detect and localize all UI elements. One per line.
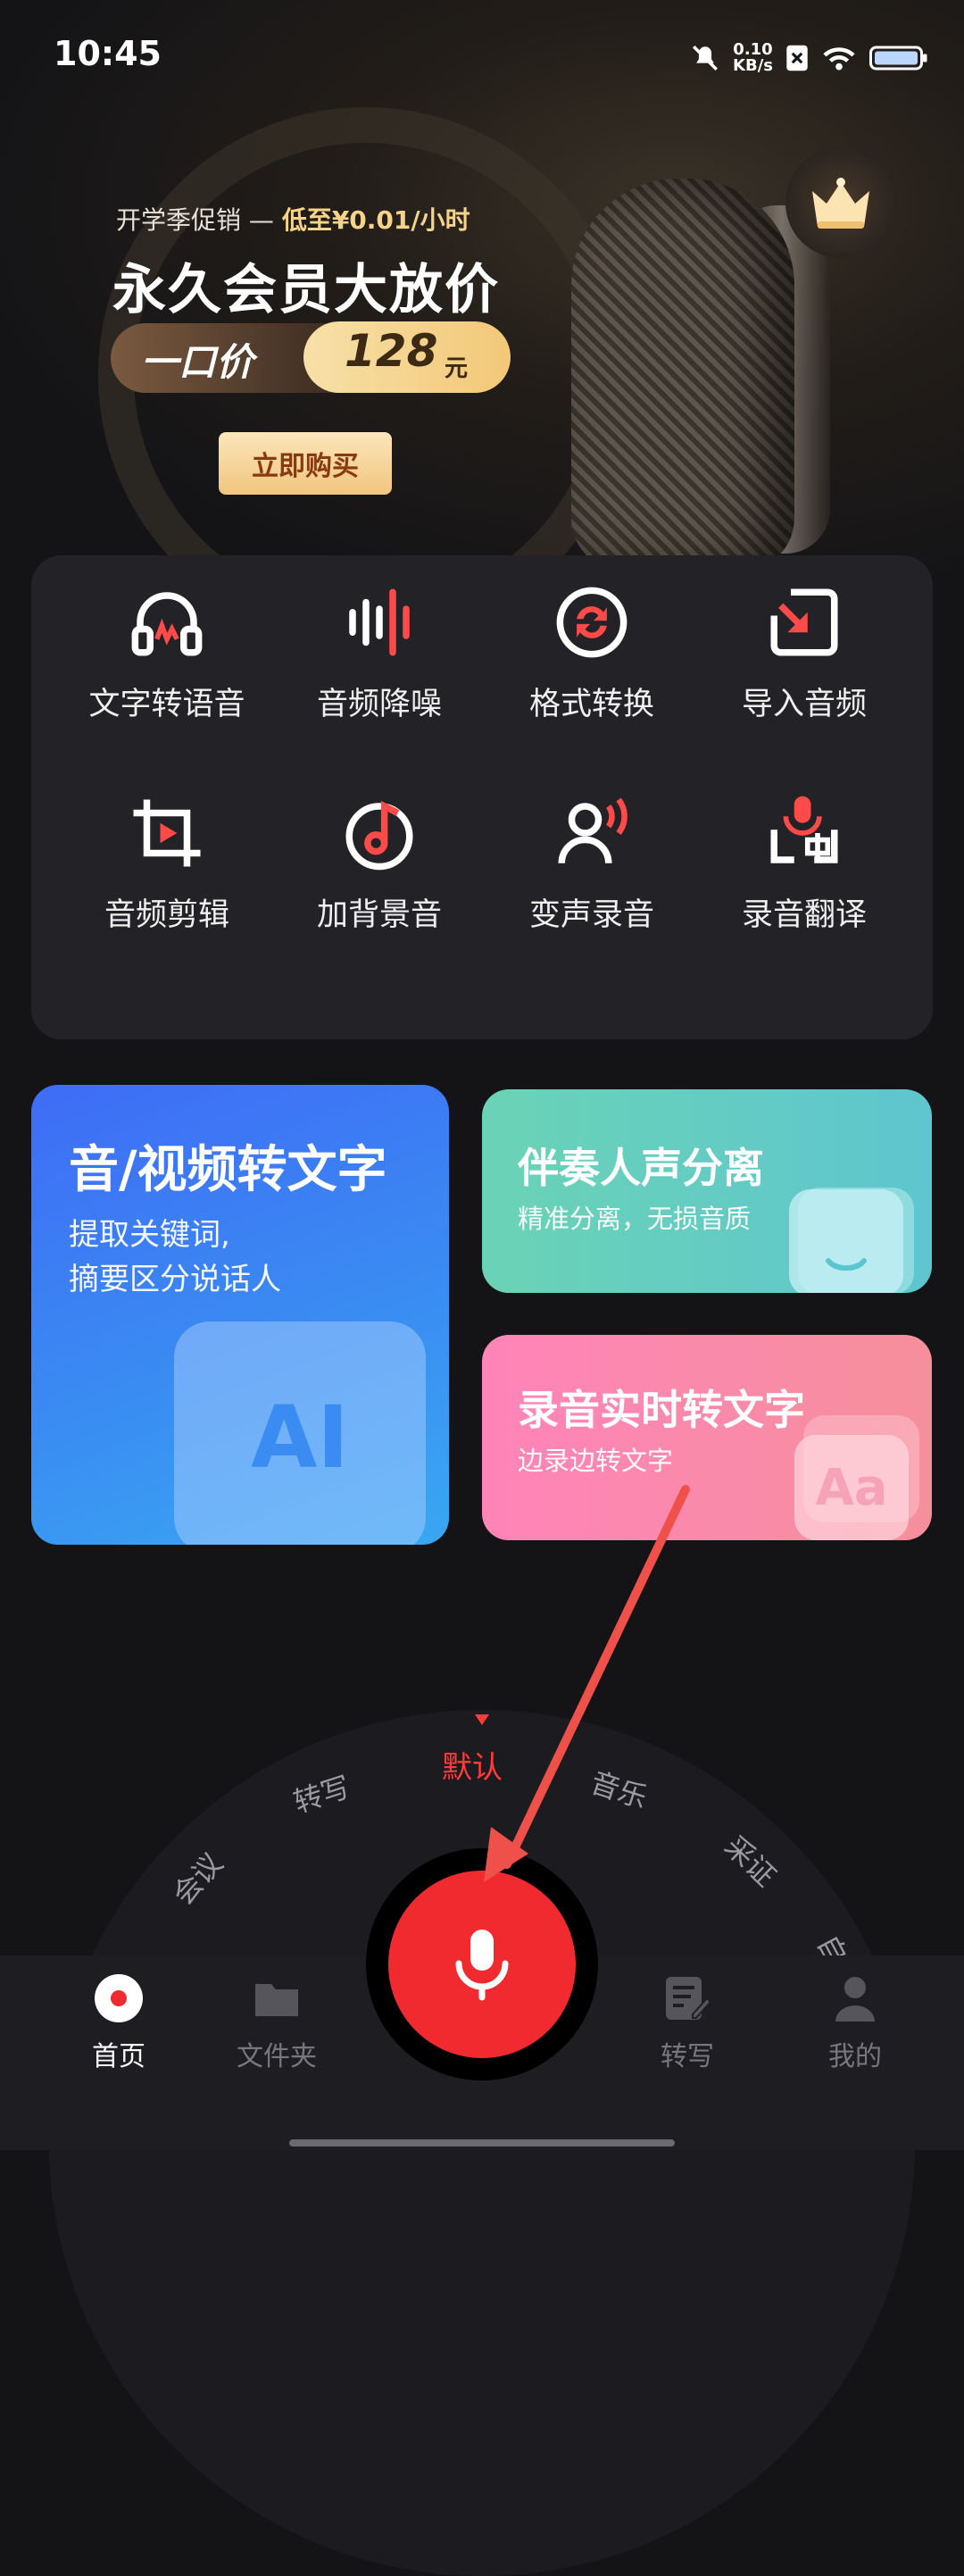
smile-box	[789, 1189, 903, 1293]
tools-panel: 文字转语音 音频降噪 格式转换 导入音频 音频剪辑 加背景音 变声录音 录音翻译	[31, 555, 933, 1039]
price-value: 128	[345, 325, 438, 377]
promo-title: 永久会员大放价	[112, 259, 500, 321]
voice-change-icon	[558, 797, 627, 863]
promo-highlight: 低至¥0.01/小时	[281, 205, 470, 235]
tool-voice-change-record[interactable]: 变声录音	[489, 766, 694, 945]
card-subtitle: 边录边转文字	[518, 1446, 674, 1476]
crown-icon	[812, 178, 869, 229]
price-label: 一口价	[141, 340, 254, 384]
card-subtitle-2: 摘要区分说话人	[69, 1262, 281, 1297]
card-vocal-separation[interactable]: 伴奏人声分离 精准分离，无损音质	[482, 1089, 932, 1293]
headphones-icon	[131, 592, 203, 656]
price-unit: 元	[445, 355, 469, 382]
nav-folder[interactable]: 文件夹	[219, 1973, 335, 2073]
tool-text-to-speech[interactable]: 文字转语音	[64, 555, 270, 734]
tool-label: 导入音频	[741, 687, 867, 722]
tool-label: 音频剪辑	[104, 897, 229, 933]
sim-off-icon	[786, 45, 808, 71]
tool-format-convert[interactable]: 格式转换	[489, 555, 694, 734]
note-edit-icon	[666, 1977, 712, 2020]
nav-transcribe[interactable]: 转写	[629, 1973, 745, 2073]
tool-audio-edit[interactable]: 音频剪辑	[64, 766, 270, 945]
mute-icon	[693, 45, 719, 71]
mode-indicator-icon	[475, 1714, 489, 1725]
waveform-icon	[349, 588, 410, 656]
tool-label: 加背景音	[316, 897, 442, 933]
tool-add-background-music[interactable]: 加背景音	[277, 766, 482, 945]
ai-badge: AI	[174, 1321, 426, 1545]
status-icons: 0.10 KB/s	[690, 36, 928, 80]
battery-icon	[869, 46, 927, 71]
smile-icon	[826, 1258, 867, 1271]
microphone-image	[571, 179, 794, 571]
aa-box: Aa	[794, 1435, 909, 1540]
person-icon	[835, 1977, 875, 2022]
mode-default[interactable]: 默认	[442, 1743, 503, 1787]
tool-label: 文字转语音	[88, 687, 245, 722]
status-bar: 10:45 0.10 KB/s	[0, 0, 964, 107]
folder-icon	[255, 1984, 298, 2016]
home-record-icon	[95, 1974, 143, 2022]
music-disc-icon	[345, 800, 413, 871]
nav-label: 我的	[828, 2041, 882, 2072]
nav-home[interactable]: 首页	[61, 1973, 177, 2073]
wifi-icon	[823, 47, 855, 71]
vip-button[interactable]	[785, 147, 896, 258]
nav-mine[interactable]: 我的	[797, 1973, 913, 2073]
clock: 10:45	[54, 34, 162, 73]
record-button[interactable]	[388, 1871, 576, 2058]
promo-prefix: 开学季促销 —	[116, 205, 274, 235]
home-indicator[interactable]	[289, 2139, 675, 2147]
buy-now-button[interactable]: 立即购买	[219, 432, 392, 495]
card-title: 音/视频转文字	[69, 1141, 387, 1199]
nav-label: 文件夹	[237, 2041, 317, 2072]
card-av-to-text[interactable]: 音/视频转文字 提取关键词, 摘要区分说话人 AI	[31, 1085, 449, 1545]
card-subtitle-1: 提取关键词,	[69, 1217, 230, 1253]
nav-label: 转写	[661, 2041, 714, 2072]
crop-icon	[133, 799, 201, 867]
convert-icon	[556, 587, 627, 658]
nav-label: 首页	[92, 2041, 145, 2072]
import-icon	[770, 588, 838, 656]
card-title: 录音实时转文字	[518, 1386, 805, 1434]
microphone-icon	[455, 1930, 509, 2001]
card-subtitle: 精准分离，无损音质	[518, 1204, 752, 1234]
translate-icon	[770, 796, 838, 863]
promo-line: 开学季促销 — 低至¥0.01/小时	[116, 201, 470, 237]
ai-badge-text: AI	[250, 1388, 349, 1488]
tool-label: 格式转换	[528, 687, 654, 722]
tool-audio-denoise[interactable]: 音频降噪	[277, 555, 482, 734]
tool-import-audio[interactable]: 导入音频	[702, 555, 907, 734]
tool-record-translate[interactable]: 录音翻译	[702, 766, 907, 945]
tool-label: 录音翻译	[741, 897, 867, 933]
tool-label: 音频降噪	[316, 687, 442, 722]
card-title: 伴奏人声分离	[518, 1144, 764, 1192]
net-speed: 0.10 KB/s	[733, 40, 773, 75]
tool-label: 变声录音	[528, 897, 654, 933]
card-realtime-record-to-text[interactable]: 录音实时转文字 边录边转文字 Aa	[482, 1335, 932, 1540]
aa-badge-text: Aa	[815, 1458, 888, 1517]
